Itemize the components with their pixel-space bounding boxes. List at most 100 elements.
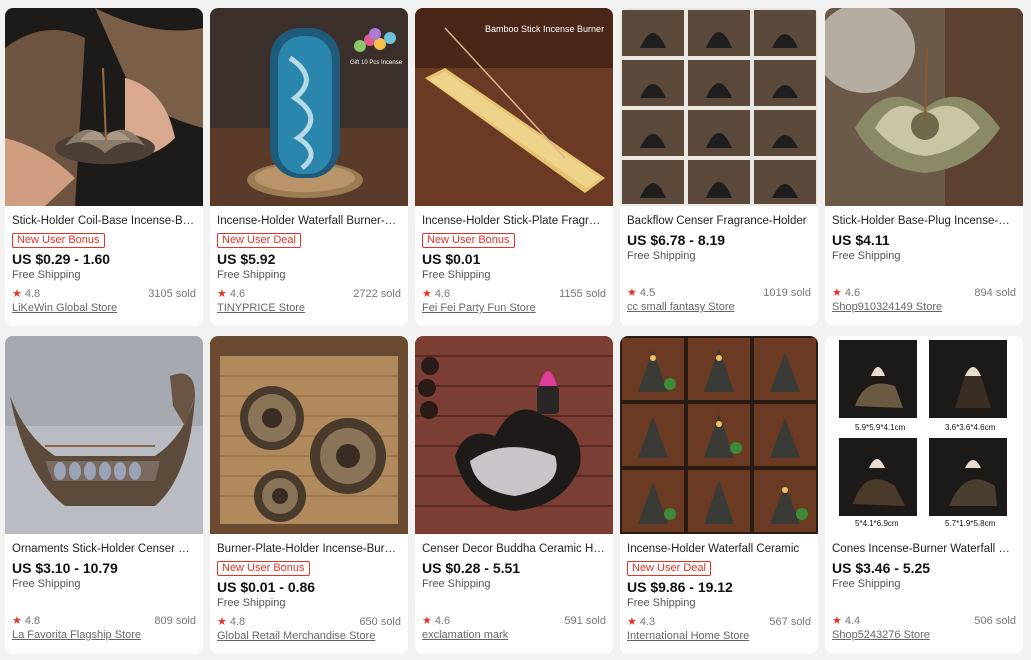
product-grid: Stick-Holder Coil-Base Incense-Burner Ne…: [0, 0, 1031, 660]
rating-row: ★ 4.6 591 sold: [422, 614, 606, 628]
product-title[interactable]: Stick-Holder Base-Plug Incense-Burner: [832, 214, 1016, 229]
product-card[interactable]: Bamboo Stick Incense Burner Incense-Hold…: [415, 8, 613, 326]
dimension-label: 5.7*1.9*5.8cm: [945, 519, 996, 528]
rating-row: ★ 4.6 1155 sold: [422, 287, 606, 301]
rating-row: ★ 4.6 2722 sold: [217, 287, 401, 301]
rating-row: ★ 4.3 567 sold: [627, 615, 811, 629]
product-price: US $0.29 - 1.60: [12, 251, 111, 267]
ceramic-lotus-icon[interactable]: [825, 8, 1023, 206]
new-user-badge: New User Bonus: [12, 233, 105, 248]
backflow-grid-icon[interactable]: [620, 8, 818, 206]
waterfall-grid-icon[interactable]: [620, 336, 818, 534]
product-card[interactable]: Censer Decor Buddha Ceramic Holder US $0…: [415, 336, 613, 654]
store-link[interactable]: International Home Store: [627, 629, 811, 644]
product-title[interactable]: Cones Incense-Burner Waterfall Backflow: [832, 542, 1016, 557]
rating-row: ★ 4.5 1019 sold: [627, 286, 811, 300]
rating-value: 4.8: [229, 616, 246, 628]
product-price: US $4.11: [832, 232, 890, 248]
product-price: US $3.46 - 5.25: [832, 560, 931, 576]
dimension-label: 5*4.1*6.9cm: [855, 519, 899, 528]
product-title[interactable]: Incense-Holder Waterfall Burner-Silicone: [217, 214, 401, 229]
lotus-hand-icon[interactable]: [5, 8, 203, 206]
product-title[interactable]: Censer Decor Buddha Ceramic Holder: [422, 542, 606, 557]
product-title[interactable]: Burner-Plate-Holder Incense-Burner: [217, 542, 401, 557]
rating-value: 4.6: [844, 287, 861, 299]
star-icon: ★: [422, 615, 432, 627]
product-card[interactable]: Gift 10 Pcs Incense Incense-Holder Water…: [210, 8, 408, 326]
store-link[interactable]: La Favorita Flagship Store: [12, 628, 196, 643]
rating-value: 4.6: [434, 288, 451, 300]
sold-count: 809 sold: [154, 615, 196, 627]
product-title[interactable]: Backflow Censer Fragrance-Holder: [627, 214, 811, 229]
rating-row: ★ 4.8 809 sold: [12, 614, 196, 628]
new-user-badge: New User Deal: [627, 561, 711, 576]
rating-value: 4.6: [434, 615, 451, 627]
smoke-cone-icon[interactable]: [415, 336, 613, 534]
product-price: US $0.01: [422, 251, 481, 267]
rating-row: ★ 4.8 3105 sold: [12, 287, 196, 301]
sold-count: 650 sold: [359, 616, 401, 628]
product-price: US $6.78 - 8.19: [627, 232, 726, 248]
product-card[interactable]: Incense-Holder Waterfall Ceramic New Use…: [620, 336, 818, 654]
cones-burner-icon[interactable]: [825, 336, 1023, 534]
product-price: US $0.28 - 5.51: [422, 560, 521, 576]
store-link[interactable]: Shop910324149 Store: [832, 300, 1016, 315]
product-card[interactable]: Ornaments Stick-Holder Censer Boat US $3…: [5, 336, 203, 654]
rating-value: 4.4: [844, 615, 861, 627]
product-card[interactable]: Stick-Holder Base-Plug Incense-Burner US…: [825, 8, 1023, 326]
rating-value: 4.5: [639, 287, 656, 299]
shipping-label: Free Shipping: [12, 578, 81, 590]
star-icon: ★: [422, 288, 432, 300]
product-card[interactable]: Burner-Plate-Holder Incense-Burner New U…: [210, 336, 408, 654]
rating-value: 4.3: [639, 616, 656, 628]
dimension-label: 3.6*3.6*4.6cm: [945, 423, 996, 432]
dragon-boat-icon[interactable]: [5, 336, 203, 534]
shipping-label: Free Shipping: [832, 578, 901, 590]
product-title[interactable]: Stick-Holder Coil-Base Incense-Burner: [12, 214, 196, 229]
waterfall-burner-icon[interactable]: [210, 8, 408, 206]
rating-value: 4.8: [24, 615, 41, 627]
image-overlay-text: Bamboo Stick Incense Burner: [485, 24, 605, 34]
rating-row: ★ 4.4 506 sold: [832, 614, 1016, 628]
star-icon: ★: [217, 288, 227, 300]
store-link[interactable]: Shop5243276 Store: [832, 628, 1016, 643]
product-card[interactable]: Backflow Censer Fragrance-Holder US $6.7…: [620, 8, 818, 326]
shipping-label: Free Shipping: [217, 269, 286, 281]
product-price: US $3.10 - 10.79: [12, 560, 118, 576]
product-title[interactable]: Ornaments Stick-Holder Censer Boat: [12, 542, 196, 557]
store-link[interactable]: cc small fantasy Store: [627, 300, 811, 315]
star-icon: ★: [832, 615, 842, 627]
sold-count: 3105 sold: [148, 288, 196, 300]
store-link[interactable]: LiKeWin Global Store: [12, 301, 196, 316]
bamboo-stick-icon[interactable]: [415, 8, 613, 206]
shipping-label: Free Shipping: [422, 578, 491, 590]
product-price: US $9.86 - 19.12: [627, 579, 733, 595]
product-title[interactable]: Incense-Holder Waterfall Ceramic: [627, 542, 811, 557]
product-card[interactable]: Stick-Holder Coil-Base Incense-Burner Ne…: [5, 8, 203, 326]
star-icon: ★: [12, 288, 22, 300]
store-link[interactable]: Global Retail Merchandise Store: [217, 629, 401, 644]
rating-value: 4.8: [24, 288, 41, 300]
gift-overlay-text: Gift 10 Pcs Incense: [350, 60, 403, 66]
shipping-label: Free Shipping: [832, 250, 901, 262]
store-link[interactable]: exclamation mark: [422, 628, 606, 643]
sold-count: 894 sold: [974, 287, 1016, 299]
dimension-label: 5.9*5.9*4.1cm: [855, 423, 906, 432]
sold-count: 1155 sold: [559, 288, 606, 300]
star-icon: ★: [12, 615, 22, 627]
product-title[interactable]: Incense-Holder Stick-Plate Fragrance: [422, 214, 606, 229]
product-card[interactable]: 5.9*5.9*4.1cm 3.6*3.6*4.6cm 5*4.1*6.9cm …: [825, 336, 1023, 654]
sold-count: 567 sold: [769, 616, 811, 628]
lotus-plates-icon[interactable]: [210, 336, 408, 534]
store-link[interactable]: TINYPRICE Store: [217, 301, 401, 316]
store-link[interactable]: Fei Fei Party Fun Store: [422, 301, 606, 316]
new-user-badge: New User Bonus: [217, 561, 310, 576]
shipping-label: Free Shipping: [627, 250, 696, 262]
rating-row: ★ 4.6 894 sold: [832, 286, 1016, 300]
star-icon: ★: [832, 287, 842, 299]
rating-value: 4.6: [229, 288, 246, 300]
product-price: US $0.01 - 0.86: [217, 579, 316, 595]
new-user-badge: New User Bonus: [422, 233, 515, 248]
sold-count: 591 sold: [564, 615, 606, 627]
shipping-label: Free Shipping: [12, 269, 81, 281]
